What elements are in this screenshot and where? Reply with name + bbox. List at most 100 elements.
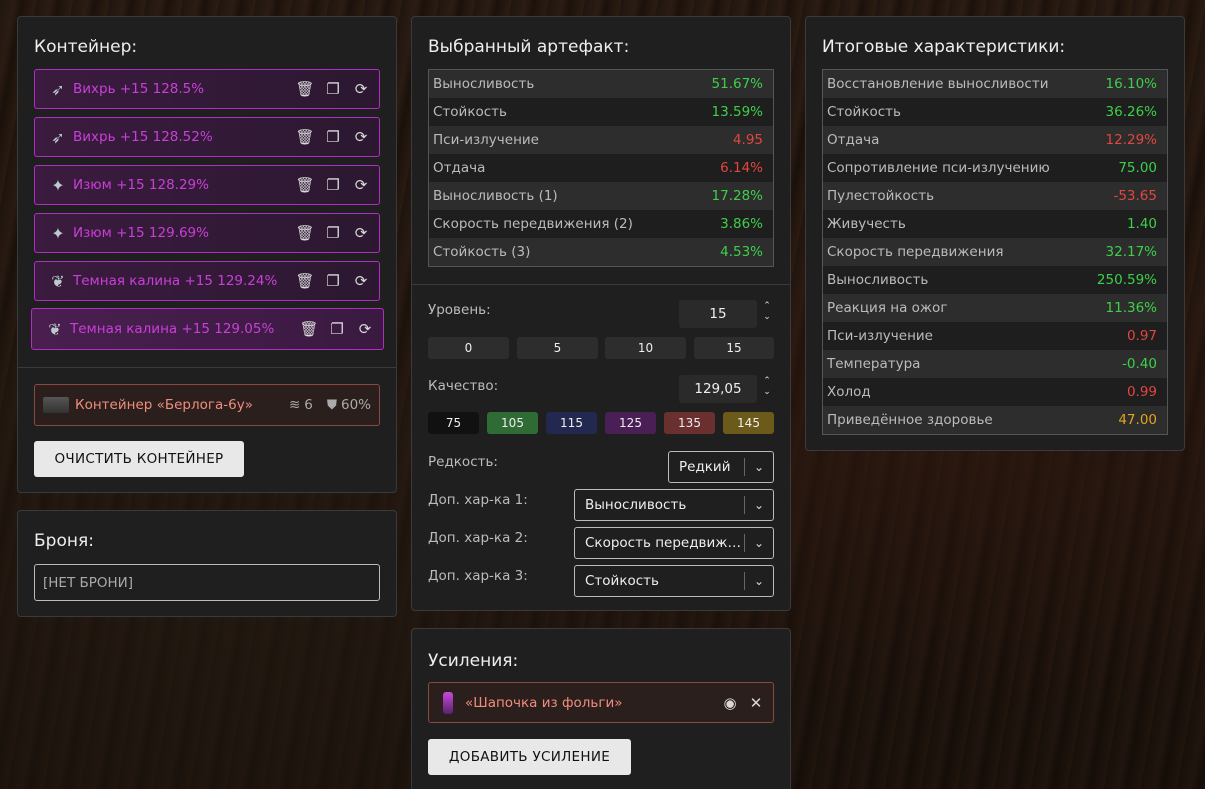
quality-preset-button[interactable]: 145 (723, 412, 774, 434)
stat-row: Выносливость (1) 17.28% (429, 182, 773, 210)
refresh-icon[interactable]: ⟳ (352, 128, 370, 146)
stat-row: Отдача 12.29% (823, 126, 1167, 154)
level-preset-button[interactable]: 5 (517, 337, 598, 359)
selected-stats-table: Выносливость 51.67% Стойкость 13.59% Пси-и… (428, 69, 774, 267)
level-preset-button[interactable]: 0 (428, 337, 509, 359)
vortex-artifact-icon: ➶ (51, 127, 65, 147)
artifact-item[interactable]: ❦ Темная калина +15 129.24% 🗑 ❐ ⟳ (34, 261, 380, 301)
copy-icon[interactable]: ❐ (324, 176, 342, 194)
container-name: Контейнер «Берлога-6у» (75, 397, 253, 413)
stat-row: Скорость передвижения (2) 3.86% (429, 210, 773, 238)
boosts-panel: Усиления: «Шапочка из фольги» ◉ ✕ ДОБАВИ… (411, 628, 791, 789)
level-preset-button[interactable]: 10 (605, 337, 686, 359)
raisin-artifact-icon: ✦ (51, 175, 65, 195)
trash-icon[interactable]: 🗑 (299, 320, 318, 338)
refresh-icon[interactable]: ⟳ (356, 320, 374, 338)
clear-container-button[interactable]: ОЧИСТИТЬ КОНТЕЙНЕР (34, 441, 244, 477)
artifact-item[interactable]: ➶ Вихрь +15 128.52% 🗑 ❐ ⟳ (34, 117, 380, 157)
stat-row: Скорость передвижения 32.17% (823, 238, 1167, 266)
boosts-title: Усиления: (428, 651, 519, 671)
quality-preset-button[interactable]: 135 (664, 412, 715, 434)
quality-input[interactable]: 129,05 (679, 375, 757, 403)
trash-icon[interactable]: 🗑 (295, 272, 314, 290)
artifact-name: Изюм +15 128.29% (73, 177, 209, 193)
trash-icon[interactable]: 🗑 (295, 128, 314, 146)
stat-row: Пси-излучение 4.95 (429, 126, 773, 154)
refresh-icon[interactable]: ⟳ (352, 80, 370, 98)
stat-row: Стойкость 13.59% (429, 98, 773, 126)
level-preset-button[interactable]: 15 (694, 337, 774, 359)
add-boost-button[interactable]: ДОБАВИТЬ УСИЛЕНИЕ (428, 739, 631, 775)
stat-row: Пси-излучение 0.97 (823, 322, 1167, 350)
stat-row: Восстановление выносливости 16.10% (823, 70, 1167, 98)
stat-row: Живучесть 1.40 (823, 210, 1167, 238)
quality-preset-button[interactable]: 105 (487, 412, 538, 434)
extra3-label: Доп. хар-ка 3: (428, 568, 528, 584)
armor-select[interactable]: [НЕТ БРОНИ] (34, 564, 380, 601)
trash-icon[interactable]: 🗑 (295, 176, 314, 194)
level-input[interactable]: 15 (679, 300, 757, 328)
copy-icon[interactable]: ❐ (324, 128, 342, 146)
boost-injector-icon (443, 691, 453, 714)
quality-preset-button[interactable]: 125 (605, 412, 656, 434)
eye-icon[interactable]: ◉ (721, 694, 739, 712)
trash-icon[interactable]: 🗑 (295, 80, 314, 98)
container-panel: Контейнер: ➶ Вихрь +15 128.5% 🗑 ❐ ⟳ ➶ Ви… (17, 16, 397, 493)
boost-item[interactable]: «Шапочка из фольги» ◉ ✕ (428, 682, 774, 723)
vortex-artifact-icon: ➶ (51, 79, 65, 99)
chevron-down-icon: ⌄ (753, 498, 765, 512)
quality-stepper[interactable]: ⌃ ⌄ (761, 376, 773, 398)
selected-artifact-panel: Выбранный артефакт: Выносливость 51.67% С… (411, 16, 791, 611)
artifact-name: Темная калина +15 129.24% (73, 273, 278, 289)
rarity-select[interactable]: Редкий ⌄ (668, 451, 774, 483)
container-item[interactable]: Контейнер «Берлога-6у» ≋ 6 ⛊ 60% (34, 384, 380, 426)
artifact-item[interactable]: ➶ Вихрь +15 128.5% 🗑 ❐ ⟳ (34, 69, 380, 109)
level-stepper[interactable]: ⌃ ⌄ (761, 301, 773, 323)
stat-row: Холод 0.99 (823, 378, 1167, 406)
copy-icon[interactable]: ❐ (324, 224, 342, 242)
refresh-icon[interactable]: ⟳ (352, 272, 370, 290)
artifact-name: Вихрь +15 128.52% (73, 129, 213, 145)
dark-viburnum-artifact-icon: ❦ (51, 271, 65, 291)
selected-artifact-title: Выбранный артефакт: (428, 37, 630, 57)
container-slots: 6 (304, 397, 313, 413)
quality-preset-button[interactable]: 75 (428, 412, 479, 434)
divider (412, 284, 790, 285)
artifact-item[interactable]: ✦ Изюм +15 128.29% 🗑 ❐ ⟳ (34, 165, 380, 205)
extra2-select[interactable]: Скорость передвижения ⌄ (574, 527, 774, 559)
close-icon[interactable]: ✕ (747, 694, 765, 712)
chevron-down-icon: ⌄ (753, 574, 765, 588)
extra1-select[interactable]: Выносливость ⌄ (574, 489, 774, 521)
rarity-label: Редкость: (428, 454, 498, 470)
quality-label: Качество: (428, 378, 499, 394)
totals-title: Итоговые характеристики: (822, 37, 1066, 57)
refresh-icon[interactable]: ⟳ (352, 224, 370, 242)
shield-icon: ⛊ (326, 397, 337, 413)
raisin-artifact-icon: ✦ (51, 223, 65, 243)
stat-row: Сопротивление пси-излучению 75.00 (823, 154, 1167, 182)
artifact-item-selected[interactable]: ❦ Темная калина +15 129.05% 🗑 ❐ ⟳ (31, 308, 384, 350)
stat-row: Выносливость 51.67% (429, 70, 773, 98)
copy-icon[interactable]: ❐ (328, 320, 346, 338)
copy-icon[interactable]: ❐ (324, 272, 342, 290)
level-label: Уровень: (428, 302, 491, 318)
stat-row: Температура -0.40 (823, 350, 1167, 378)
stat-row: Отдача 6.14% (429, 154, 773, 182)
divider (18, 367, 396, 368)
copy-icon[interactable]: ❐ (324, 80, 342, 98)
stat-row: Стойкость (3) 4.53% (429, 238, 773, 266)
armor-title: Броня: (34, 531, 94, 551)
totals-panel: Итоговые характеристики: Восстановление … (805, 16, 1185, 451)
artifact-name: Изюм +15 129.69% (73, 225, 209, 241)
container-protection: 60% (340, 397, 371, 413)
trash-icon[interactable]: 🗑 (295, 224, 314, 242)
extra3-select[interactable]: Стойкость ⌄ (574, 565, 774, 597)
refresh-icon[interactable]: ⟳ (352, 176, 370, 194)
chevron-down-icon: ⌄ (753, 536, 765, 550)
container-icon (43, 397, 69, 413)
quality-preset-button[interactable]: 115 (546, 412, 597, 434)
stat-row: Пулестойкость -53.65 (823, 182, 1167, 210)
stat-row: Реакция на ожог 11.36% (823, 294, 1167, 322)
artifact-item[interactable]: ✦ Изюм +15 129.69% 🗑 ❐ ⟳ (34, 213, 380, 253)
extra2-label: Доп. хар-ка 2: (428, 530, 528, 546)
